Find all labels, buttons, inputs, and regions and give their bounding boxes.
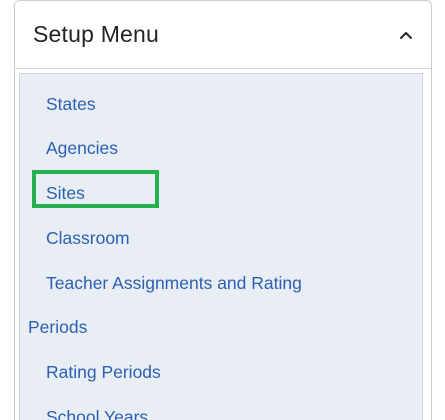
setup-menu-header[interactable]: Setup Menu [15, 1, 431, 69]
chevron-up-icon[interactable] [397, 26, 415, 44]
menu-item-periods[interactable]: Periods [28, 317, 87, 338]
menu-item-states[interactable]: States [46, 94, 96, 115]
screenshot-frame: Setup Menu States Agencies Sites Classro… [0, 0, 445, 420]
menu-item-agencies[interactable]: Agencies [46, 138, 118, 159]
setup-menu-panel: Setup Menu States Agencies Sites Classro… [14, 0, 432, 420]
setup-menu-title: Setup Menu [33, 21, 160, 47]
setup-menu-list: States Agencies Sites Classroom Teacher … [19, 73, 423, 420]
menu-item-school-years[interactable]: School Years [46, 407, 148, 420]
menu-item-rating-periods[interactable]: Rating Periods [46, 362, 161, 383]
menu-item-classroom[interactable]: Classroom [46, 228, 130, 249]
menu-item-sites[interactable]: Sites [46, 183, 85, 204]
menu-item-teacher-assignments-and-rating[interactable]: Teacher Assignments and Rating [46, 273, 302, 294]
